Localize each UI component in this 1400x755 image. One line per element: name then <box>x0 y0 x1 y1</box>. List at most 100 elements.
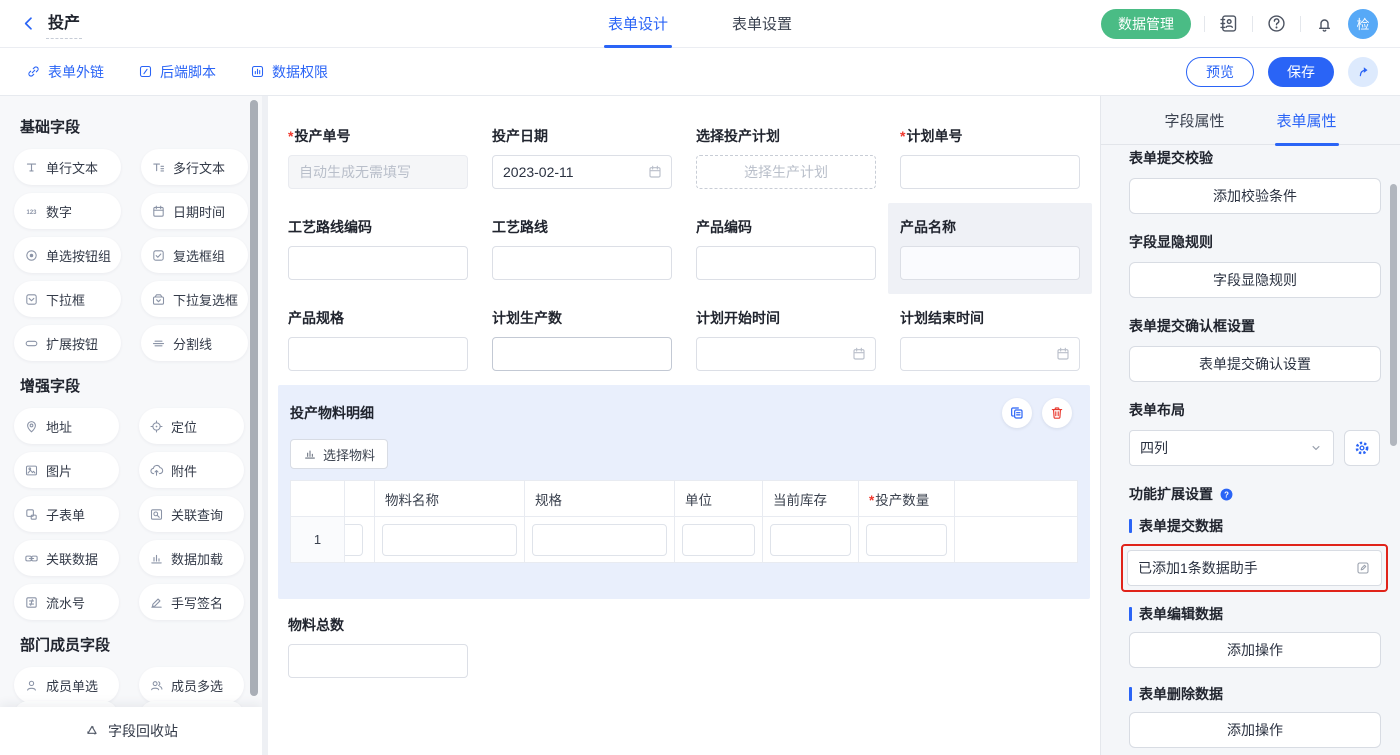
field-production-date[interactable]: 投产日期 <box>480 112 684 203</box>
multi-line-text-icon <box>151 160 166 175</box>
question-circle-icon[interactable] <box>1219 487 1234 502</box>
calendar-icon[interactable] <box>647 164 663 180</box>
unit-cell-input[interactable] <box>682 524 755 556</box>
data-permission-link[interactable]: 数据权限 <box>250 62 328 82</box>
field-plan-qty[interactable]: 计划生产数 <box>480 294 684 385</box>
layout-settings-button[interactable] <box>1344 430 1380 466</box>
back-group[interactable]: 投产 <box>0 8 82 39</box>
sidebar-item-member-multi[interactable]: 成员多选 <box>139 667 244 703</box>
back-chevron-icon[interactable] <box>20 15 37 32</box>
product-name-input[interactable] <box>900 246 1080 280</box>
sidebar-item-radio-group[interactable]: 单选按钮组 <box>14 237 121 273</box>
production-date-input[interactable] <box>492 155 672 189</box>
plan-qty-input[interactable] <box>492 337 672 371</box>
form-external-link[interactable]: 表单外链 <box>26 62 104 82</box>
sidebar-item-signature[interactable]: 手写签名 <box>139 584 244 620</box>
field-recycle-bin[interactable]: 字段回收站 <box>0 707 262 755</box>
plan-no-input[interactable] <box>900 155 1080 189</box>
field-route-code[interactable]: 工艺路线编码 <box>276 203 480 294</box>
sidebar-item-divider-line[interactable]: 分割线 <box>141 325 248 361</box>
sidebar-item-member-single[interactable]: 成员单选 <box>14 667 119 703</box>
route-code-input[interactable] <box>288 246 468 280</box>
field-plan-start-time[interactable]: 计划开始时间 <box>684 294 888 385</box>
product-code-input[interactable] <box>696 246 876 280</box>
tab-form-design[interactable]: 表单设计 <box>604 0 672 48</box>
col-current-stock: 当前库存 <box>763 481 859 517</box>
tab-form-settings[interactable]: 表单设置 <box>728 0 796 48</box>
backend-script-link[interactable]: 后端脚本 <box>138 62 216 82</box>
field-visibility-button[interactable]: 字段显隐规则 <box>1129 262 1381 298</box>
field-material-total[interactable]: 物料总数 <box>276 615 1100 678</box>
contacts-icon[interactable] <box>1218 13 1239 34</box>
sidebar-item-image[interactable]: 图片 <box>14 452 119 488</box>
field-plan-no[interactable]: *计划单号 <box>888 112 1092 203</box>
filler-cell <box>955 517 1078 563</box>
sidebar-scrollbar[interactable] <box>250 100 258 696</box>
field-product-spec[interactable]: 产品规格 <box>276 294 480 385</box>
form-layout-select[interactable]: 四列 <box>1129 430 1334 466</box>
sidebar-item-related-data[interactable]: 关联数据 <box>14 540 119 576</box>
material-total-input[interactable] <box>288 644 468 678</box>
calendar-icon[interactable] <box>1055 346 1071 362</box>
field-production-order-no[interactable]: *投产单号 <box>276 112 480 203</box>
material-detail-subform[interactable]: 投产物料明细 选择物料 物料名称 <box>278 385 1090 599</box>
save-button[interactable]: 保存 <box>1268 57 1334 87</box>
field-product-code[interactable]: 产品编码 <box>684 203 888 294</box>
plan-start-time-input[interactable] <box>696 337 876 371</box>
sidebar-item-checkbox-group[interactable]: 复选框组 <box>141 237 248 273</box>
tab-form-properties[interactable]: 表单属性 <box>1275 96 1339 145</box>
current-stock-cell-input[interactable] <box>770 524 851 556</box>
delete-subform-button[interactable] <box>1042 398 1072 428</box>
sidebar-item-single-line-text[interactable]: 单行文本 <box>14 149 121 185</box>
route-input[interactable] <box>492 246 672 280</box>
select-production-plan-picker[interactable]: 选择生产计划 <box>696 155 876 189</box>
user-avatar[interactable]: 检 <box>1348 9 1378 39</box>
sidebar-item-data-load[interactable]: 数据加载 <box>139 540 244 576</box>
section-title-member-fields: 部门成员字段 <box>20 634 244 655</box>
submit-confirm-button[interactable]: 表单提交确认设置 <box>1129 346 1381 382</box>
panel-scrollbar[interactable] <box>1390 184 1397 446</box>
sidebar-item-address[interactable]: 地址 <box>14 408 119 444</box>
tab-field-properties[interactable]: 字段属性 <box>1162 96 1226 145</box>
signature-icon <box>149 595 164 610</box>
production-order-no-input[interactable] <box>288 155 468 189</box>
sidebar-item-locate[interactable]: 定位 <box>139 408 244 444</box>
data-manage-button[interactable]: 数据管理 <box>1101 9 1191 39</box>
field-product-name-selected[interactable]: 产品名称 <box>888 203 1092 294</box>
data-assistant-field[interactable]: 已添加1条数据助手 <box>1127 550 1382 586</box>
field-select-production-plan[interactable]: 选择投产计划 选择生产计划 <box>684 112 888 203</box>
plan-end-time-input[interactable] <box>900 337 1080 371</box>
sidebar-item-multi-line-text[interactable]: 多行文本 <box>141 149 248 185</box>
sidebar-item-extend-button[interactable]: 扩展按钮 <box>14 325 121 361</box>
sidebar-item-number[interactable]: 数字 <box>14 193 121 229</box>
sidebar-item-subform[interactable]: 子表单 <box>14 496 119 532</box>
sidebar-item-dropdown[interactable]: 下拉框 <box>14 281 121 317</box>
copy-subform-button[interactable] <box>1002 398 1032 428</box>
sidebar-item-related-query[interactable]: 关联查询 <box>139 496 244 532</box>
edit-data-add-button[interactable]: 添加操作 <box>1129 632 1381 668</box>
add-validation-button[interactable]: 添加校验条件 <box>1129 178 1381 214</box>
preview-button[interactable]: 预览 <box>1186 57 1254 87</box>
delete-data-add-button[interactable]: 添加操作 <box>1129 712 1381 748</box>
edit-pencil-icon[interactable] <box>1355 560 1371 576</box>
select-material-button[interactable]: 选择物料 <box>290 439 388 469</box>
hidden-cell-input[interactable] <box>345 524 364 556</box>
sidebar-item-attachment[interactable]: 附件 <box>139 452 244 488</box>
col-unit: 单位 <box>675 481 763 517</box>
help-icon[interactable] <box>1266 13 1287 34</box>
divider <box>1204 16 1205 32</box>
field-route[interactable]: 工艺路线 <box>480 203 684 294</box>
material-name-cell-input[interactable] <box>382 524 517 556</box>
sidebar-item-serial-number[interactable]: 流水号 <box>14 584 119 620</box>
calendar-icon[interactable] <box>851 346 867 362</box>
production-qty-cell-input[interactable] <box>866 524 947 556</box>
notification-bell-icon[interactable] <box>1314 13 1335 34</box>
form-title[interactable]: 投产 <box>46 8 82 39</box>
divider <box>1300 16 1301 32</box>
sidebar-item-datetime[interactable]: 日期时间 <box>141 193 248 229</box>
sidebar-item-dropdown-multi[interactable]: 下拉复选框 <box>141 281 248 317</box>
product-spec-input[interactable] <box>288 337 468 371</box>
spec-cell-input[interactable] <box>532 524 667 556</box>
field-plan-end-time[interactable]: 计划结束时间 <box>888 294 1092 385</box>
share-button[interactable] <box>1348 57 1378 87</box>
